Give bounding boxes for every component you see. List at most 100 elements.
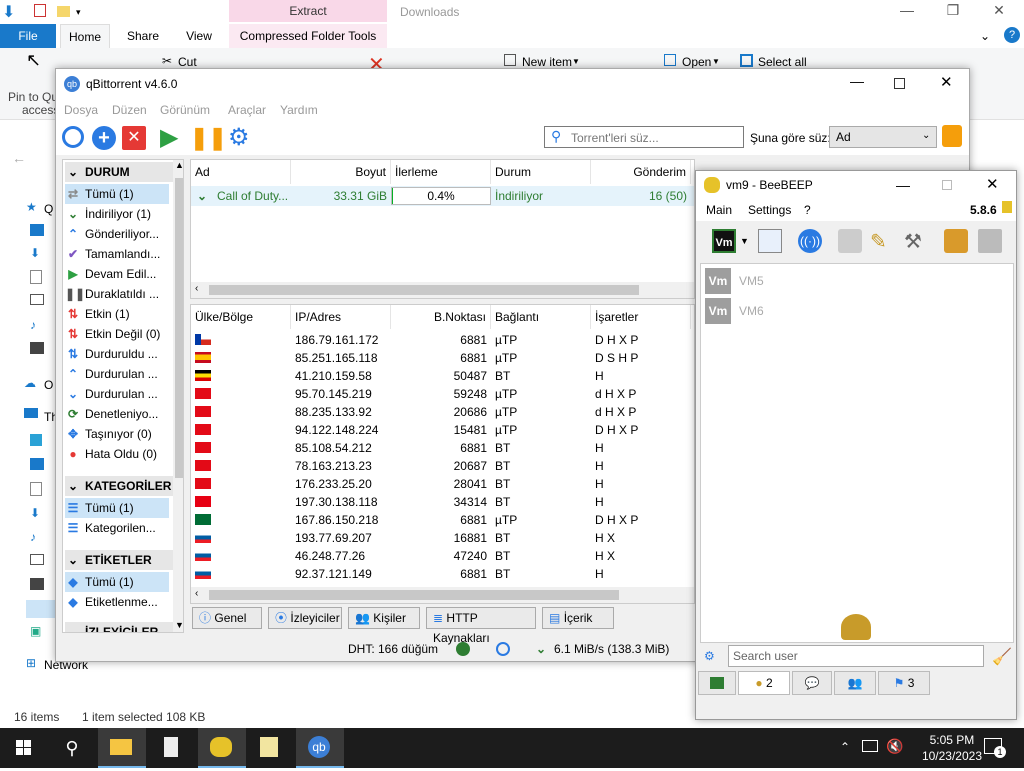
connection-status-icon[interactable]: [456, 642, 470, 656]
context-tab-extract[interactable]: Extract: [229, 0, 387, 22]
peer-row[interactable]: 41.210.159.58 50487 BT H: [191, 367, 694, 385]
sidebar-scrollbar[interactable]: ▲ ▼: [173, 160, 183, 632]
tab-peers[interactable]: 👥 Kişiler: [348, 607, 420, 629]
tab-content[interactable]: ▤ İçerik: [542, 607, 614, 629]
column-header-port[interactable]: B.Noktası: [391, 305, 491, 329]
desktop-icon[interactable]: [30, 224, 44, 236]
tab-share[interactable]: Share: [118, 24, 168, 48]
category-item-all[interactable]: ☰ Tümü (1): [65, 498, 169, 518]
download-icon[interactable]: ⬇: [2, 2, 16, 21]
note-pencil-icon[interactable]: ✎: [870, 229, 894, 253]
tag-item-all[interactable]: ◆ Tümü (1): [65, 572, 169, 592]
clear-search-icon[interactable]: 🧹: [992, 647, 1012, 667]
column-header-ip[interactable]: IP/Adres: [291, 305, 391, 329]
quick-access-dropdown-icon[interactable]: ▾: [76, 7, 90, 21]
menu-yardim[interactable]: Yardım: [280, 103, 318, 117]
cut-icon[interactable]: ✂: [162, 54, 172, 68]
user-item-vm5[interactable]: Vm VM5: [705, 268, 764, 294]
network-status-icon[interactable]: [862, 740, 878, 752]
tools-icon[interactable]: ⚒: [904, 229, 928, 253]
sidebar-item-moving[interactable]: ✥ Taşınıyor (0): [65, 424, 169, 444]
help-icon[interactable]: ?: [1004, 27, 1020, 43]
open-dropdown-icon[interactable]: ▼: [712, 57, 720, 66]
column-header-flags[interactable]: İşaretler: [591, 305, 691, 329]
scroll-up-icon[interactable]: ▲: [175, 160, 183, 170]
pause-icon[interactable]: ❚❚: [190, 126, 227, 150]
select-all-icon[interactable]: [740, 54, 753, 67]
tab-home[interactable]: [698, 671, 736, 695]
sidebar-item-all[interactable]: ⇄ Tümü (1): [65, 184, 169, 204]
properties-icon[interactable]: [34, 4, 46, 17]
close-icon[interactable]: ✕: [976, 2, 1022, 22]
tag-item-untagged[interactable]: ◆ Etiketlenme...: [65, 592, 169, 612]
tab-compressed-folder-tools[interactable]: Compressed Folder Tools: [229, 24, 387, 48]
tab-users[interactable]: ● 2: [738, 671, 790, 695]
lock-icon[interactable]: [942, 125, 962, 147]
add-link-icon[interactable]: [62, 126, 84, 148]
mailbox-icon[interactable]: [838, 229, 862, 253]
sidebar-item-active[interactable]: ⇅ Etkin (1): [65, 304, 169, 324]
tab-chats[interactable]: 💬: [792, 671, 832, 695]
3d-objects-icon[interactable]: [30, 434, 42, 446]
qbt-close-icon[interactable]: ✕: [940, 73, 953, 91]
status-vm-icon[interactable]: Vm: [712, 229, 736, 253]
menu-main[interactable]: Main: [706, 203, 732, 217]
peer-row[interactable]: 94.122.148.224 15481 µTP D H X P: [191, 421, 694, 439]
new-folder-icon[interactable]: [57, 6, 70, 17]
new-item-dropdown-icon[interactable]: ▼: [572, 57, 580, 66]
column-header-connection[interactable]: Bağlantı: [491, 305, 591, 329]
tab-trackers[interactable]: ⦿ İzleyiciler: [268, 607, 342, 629]
sidebar-item-resumed[interactable]: ▶ Devam Edil...: [65, 264, 169, 284]
resume-icon[interactable]: ▶: [160, 126, 184, 150]
menu-gorunum[interactable]: Görünüm: [160, 103, 210, 117]
new-item-icon[interactable]: [504, 54, 516, 66]
menu-help[interactable]: ?: [804, 203, 811, 217]
peer-row[interactable]: 85.108.54.212 6881 BT H: [191, 439, 694, 457]
profile-edit-icon[interactable]: [758, 229, 782, 253]
column-header-country[interactable]: Ülke/Bölge: [191, 305, 291, 329]
minimize-icon[interactable]: —: [884, 2, 930, 22]
peers-horizontal-scrollbar[interactable]: ‹: [191, 587, 694, 603]
pin-label[interactable]: Pin to Qu: [8, 90, 58, 104]
sidebar-item-inactive[interactable]: ⇅ Etkin Değil (0): [65, 324, 169, 344]
tab-file[interactable]: File: [0, 24, 56, 48]
downloads-icon-2[interactable]: ⬇: [30, 506, 48, 524]
open-icon[interactable]: [664, 54, 676, 66]
music-icon-2[interactable]: ♪: [30, 530, 48, 548]
column-header-size[interactable]: Boyut: [291, 160, 391, 184]
chevron-up-icon[interactable]: ⌄: [980, 29, 990, 43]
sidebar-item-stalled[interactable]: ⇅ Durduruldu ...: [65, 344, 169, 364]
start-button[interactable]: [0, 728, 48, 768]
desktop-icon-2[interactable]: [30, 458, 44, 470]
onedrive-icon[interactable]: ☁: [24, 376, 42, 394]
peer-row[interactable]: 197.30.138.118 34314 BT H: [191, 493, 694, 511]
search-settings-gear-icon[interactable]: ⚙: [704, 649, 715, 663]
tab-general[interactable]: ⓘ Genel: [192, 607, 262, 629]
sidebar-item-completed[interactable]: ✔ Tamamlandı...: [65, 244, 169, 264]
peer-row[interactable]: 85.251.165.118 6881 µTP D S H P: [191, 349, 694, 367]
bee-close-icon[interactable]: ✕: [986, 171, 999, 199]
peer-row[interactable]: 46.248.77.26 47240 BT H X: [191, 547, 694, 565]
this-pc-icon[interactable]: [24, 408, 38, 418]
videos-icon-2[interactable]: [30, 578, 44, 590]
peer-row[interactable]: 167.86.150.218 6881 µTP D H X P: [191, 511, 694, 529]
nav-label-onedrive[interactable]: O: [44, 378, 53, 392]
menu-duzen[interactable]: Düzen: [112, 103, 147, 117]
menu-araclar[interactable]: Araçlar: [228, 103, 266, 117]
column-header-status[interactable]: Durum: [491, 160, 591, 184]
new-item-button[interactable]: New item: [522, 55, 572, 69]
documents-icon-2[interactable]: [30, 482, 42, 496]
clock[interactable]: 5:05 PM 10/23/2023: [922, 732, 982, 764]
pin-icon[interactable]: ↖: [26, 50, 41, 71]
trash-icon[interactable]: [978, 229, 1002, 253]
sidebar-item-downloading[interactable]: ⌄ İndiriliyor (1): [65, 204, 169, 224]
sidebar-item-errored[interactable]: ● Hata Oldu (0): [65, 444, 169, 464]
peer-row[interactable]: 193.77.69.207 16881 BT H X: [191, 529, 694, 547]
peer-row[interactable]: 78.163.213.23 20687 BT H: [191, 457, 694, 475]
tab-view[interactable]: View: [176, 24, 222, 48]
bee-maximize-icon[interactable]: [942, 180, 952, 190]
speed-limit-icon[interactable]: [496, 642, 510, 656]
tab-shares[interactable]: ⚑ 3: [878, 671, 930, 695]
column-header-name[interactable]: Ad: [191, 160, 291, 184]
categories-section-header[interactable]: ⌄ KATEGORİLER: [65, 476, 183, 496]
